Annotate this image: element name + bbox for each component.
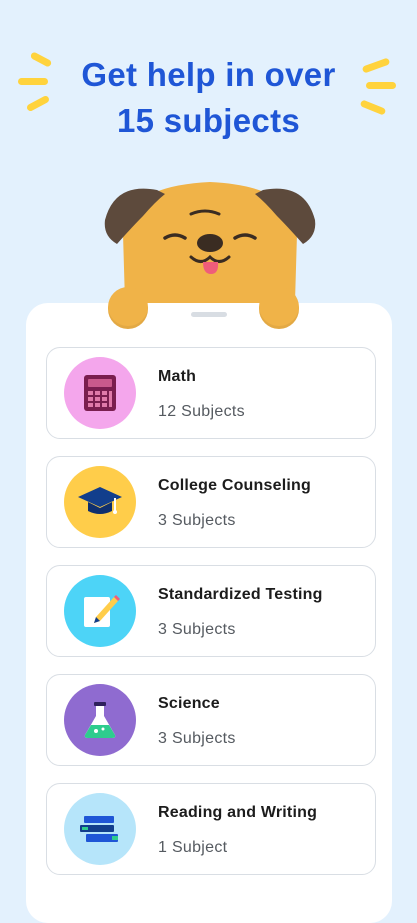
drag-handle[interactable] — [191, 312, 227, 317]
subject-icon-circle — [64, 684, 136, 756]
subject-icon-circle — [64, 357, 136, 429]
flask-icon — [84, 702, 116, 738]
subjects-card: Math 12 Subjects College Counseling 3 Su… — [26, 303, 392, 923]
sparkle-left-middle — [18, 78, 48, 85]
subject-title: Math — [158, 368, 197, 385]
subject-item-math[interactable]: Math 12 Subjects — [46, 347, 376, 439]
subject-title: Standardized Testing — [158, 586, 323, 603]
subject-count: 1 Subject — [158, 839, 228, 856]
books-icon — [80, 816, 118, 842]
subject-count: 3 Subjects — [158, 730, 236, 747]
subject-title: Science — [158, 695, 220, 712]
graduation-cap-icon — [78, 487, 122, 514]
headline-line-2: 15 subjects — [116, 102, 301, 139]
sparkle-right-middle — [366, 82, 396, 89]
subject-list: Math 12 Subjects College Counseling 3 Su… — [46, 347, 376, 892]
subject-item-science[interactable]: Science 3 Subjects — [46, 674, 376, 766]
subject-count: 12 Subjects — [158, 403, 245, 420]
subject-item-college-counseling[interactable]: College Counseling 3 Subjects — [46, 456, 376, 548]
subject-icon-circle — [64, 466, 136, 538]
calculator-icon — [84, 375, 116, 411]
subject-title: Reading and Writing — [158, 804, 318, 821]
subject-title: College Counseling — [158, 477, 311, 494]
subject-icon-circle — [64, 793, 136, 865]
subject-icon-circle — [64, 575, 136, 647]
subject-item-standardized-testing[interactable]: Standardized Testing 3 Subjects — [46, 565, 376, 657]
subject-count: 3 Subjects — [158, 512, 236, 529]
headline-line-1: Get help in over — [81, 56, 336, 93]
subject-count: 3 Subjects — [158, 621, 236, 638]
left-paw — [108, 287, 148, 329]
right-paw — [259, 287, 299, 329]
test-paper-pencil-icon — [84, 595, 120, 627]
subject-item-reading-and-writing[interactable]: Reading and Writing 1 Subject — [46, 783, 376, 875]
headline: Get help in over 15 subjects — [0, 52, 417, 144]
